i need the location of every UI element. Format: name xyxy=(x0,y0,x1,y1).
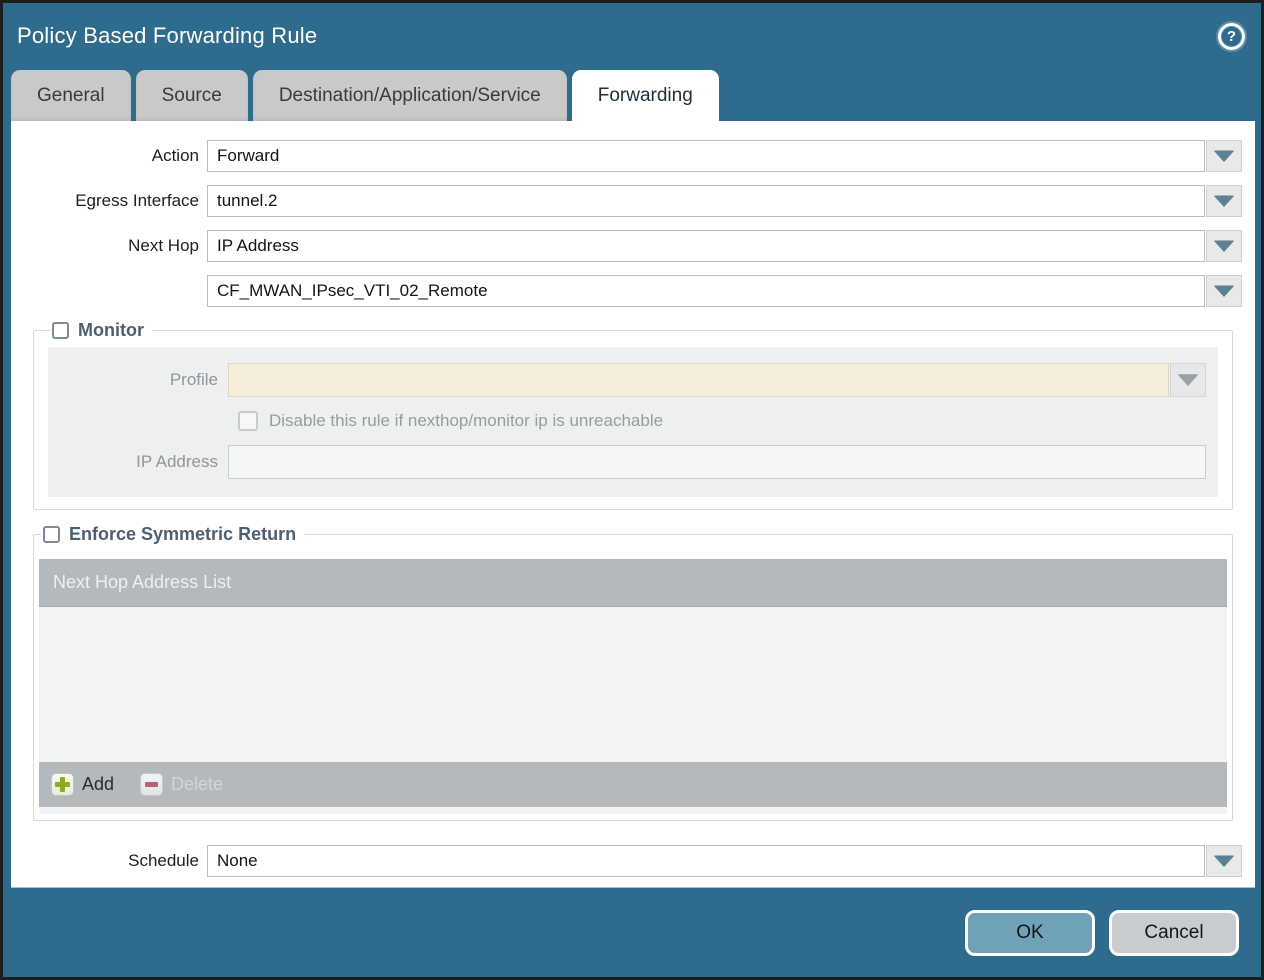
egress-interface-dropdown: tunnel.2 xyxy=(207,185,1242,217)
delete-button-label: Delete xyxy=(171,774,223,795)
next-hop-address-row: CF_MWAN_IPsec_VTI_02_Remote xyxy=(11,275,1255,307)
tab-general[interactable]: General xyxy=(11,70,131,121)
next-hop-address-dropdown-button[interactable] xyxy=(1206,275,1242,307)
dialog-title: Policy Based Forwarding Rule xyxy=(17,23,317,49)
pbf-rule-dialog: Policy Based Forwarding Rule ? General S… xyxy=(0,0,1264,980)
next-hop-address-value[interactable]: CF_MWAN_IPsec_VTI_02_Remote xyxy=(207,275,1205,307)
action-label: Action xyxy=(11,146,207,166)
table-bottom-strip xyxy=(39,807,1227,814)
tab-destination-application-service[interactable]: Destination/Application/Service xyxy=(253,70,567,121)
help-icon[interactable]: ? xyxy=(1218,23,1245,50)
cancel-button[interactable]: Cancel xyxy=(1109,910,1239,956)
schedule-row: Schedule None xyxy=(11,845,1255,877)
profile-dropdown xyxy=(228,363,1206,397)
monitor-ip-label: IP Address xyxy=(60,452,228,472)
delete-button[interactable]: Delete xyxy=(140,773,223,796)
tab-source[interactable]: Source xyxy=(136,70,248,121)
chevron-down-icon xyxy=(1178,375,1198,386)
monitor-checkbox[interactable] xyxy=(52,322,69,339)
chevron-down-icon xyxy=(1214,856,1234,867)
chevron-down-icon xyxy=(1214,196,1234,207)
enforce-symmetric-return-title: Enforce Symmetric Return xyxy=(69,524,296,545)
next-hop-dropdown-button[interactable] xyxy=(1206,230,1242,262)
schedule-dropdown-button[interactable] xyxy=(1206,845,1242,877)
enforce-legend: Enforce Symmetric Return xyxy=(41,524,304,545)
schedule-label: Schedule xyxy=(11,851,207,871)
ok-button[interactable]: OK xyxy=(965,910,1095,956)
monitor-ip-input[interactable] xyxy=(228,445,1206,479)
add-button[interactable]: Add xyxy=(51,773,114,796)
disable-rule-checkbox[interactable] xyxy=(238,411,258,431)
next-hop-address-list-header: Next Hop Address List xyxy=(39,559,1227,607)
monitor-section: Monitor Profile Disable this rule if nex… xyxy=(33,320,1233,510)
action-row: Action Forward xyxy=(11,140,1255,172)
chevron-down-icon xyxy=(1214,286,1234,297)
egress-interface-dropdown-button[interactable] xyxy=(1206,185,1242,217)
chevron-down-icon xyxy=(1214,241,1234,252)
dialog-titlebar: Policy Based Forwarding Rule ? xyxy=(3,3,1261,69)
egress-interface-row: Egress Interface tunnel.2 xyxy=(11,185,1255,217)
enforce-symmetric-return-checkbox[interactable] xyxy=(43,526,60,543)
dialog-footer: OK Cancel xyxy=(3,888,1261,977)
next-hop-address-table: Next Hop Address List Add Delete xyxy=(39,559,1227,814)
table-toolbar: Add Delete xyxy=(39,762,1227,807)
profile-value[interactable] xyxy=(228,363,1169,397)
disable-rule-label: Disable this rule if nexthop/monitor ip … xyxy=(269,411,663,431)
action-dropdown-button[interactable] xyxy=(1206,140,1242,172)
forwarding-tab-panel: Action Forward Egress Interface tunnel.2… xyxy=(11,121,1255,888)
profile-row: Profile xyxy=(60,363,1206,397)
schedule-value[interactable]: None xyxy=(207,845,1205,877)
tab-bar: General Source Destination/Application/S… xyxy=(3,69,1261,121)
monitor-ip-row: IP Address xyxy=(60,445,1206,479)
next-hop-type-value[interactable]: IP Address xyxy=(207,230,1205,262)
enforce-symmetric-return-section: Enforce Symmetric Return Next Hop Addres… xyxy=(33,524,1233,821)
monitor-title: Monitor xyxy=(78,320,144,341)
chevron-down-icon xyxy=(1214,151,1234,162)
profile-label: Profile xyxy=(60,370,228,390)
next-hop-address-dropdown: CF_MWAN_IPsec_VTI_02_Remote xyxy=(207,275,1242,307)
monitor-ip-field-wrap xyxy=(228,445,1206,479)
disable-rule-row: Disable this rule if nexthop/monitor ip … xyxy=(238,411,1206,431)
tab-forwarding[interactable]: Forwarding xyxy=(572,70,719,121)
action-dropdown: Forward xyxy=(207,140,1242,172)
monitor-panel: Profile Disable this rule if nexthop/mon… xyxy=(48,347,1218,497)
egress-interface-value[interactable]: tunnel.2 xyxy=(207,185,1205,217)
next-hop-row: Next Hop IP Address xyxy=(11,230,1255,262)
action-value[interactable]: Forward xyxy=(207,140,1205,172)
minus-icon xyxy=(140,773,163,796)
next-hop-type-dropdown: IP Address xyxy=(207,230,1242,262)
plus-icon xyxy=(51,773,74,796)
schedule-dropdown: None xyxy=(207,845,1242,877)
add-button-label: Add xyxy=(82,774,114,795)
next-hop-address-list-body[interactable] xyxy=(39,607,1227,762)
next-hop-label: Next Hop xyxy=(11,236,207,256)
egress-interface-label: Egress Interface xyxy=(11,191,207,211)
monitor-legend: Monitor xyxy=(50,320,152,341)
profile-dropdown-button[interactable] xyxy=(1170,363,1206,397)
